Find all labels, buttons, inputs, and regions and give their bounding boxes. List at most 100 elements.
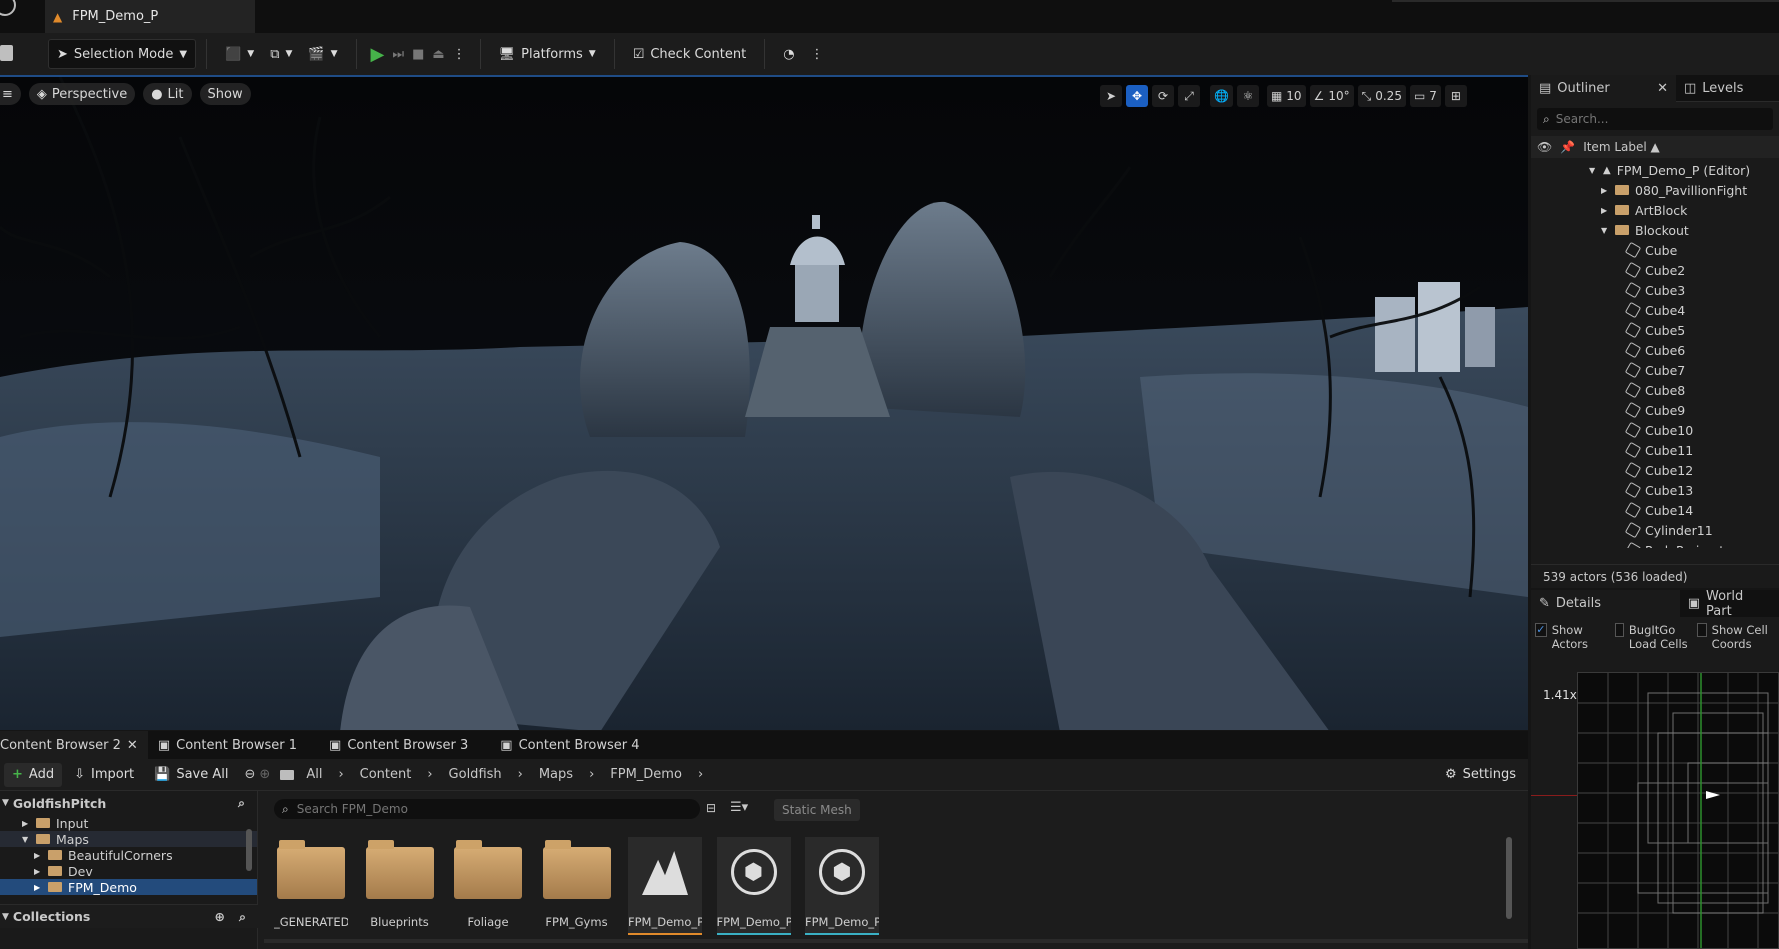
camera-speed-button[interactable]: ▭ 7 <box>1409 85 1441 107</box>
outliner-row[interactable]: Cube8 <box>1531 380 1779 400</box>
asset-tile[interactable]: ⬢ FPM_Demo_P <box>805 837 879 935</box>
collapse-arrow-icon[interactable]: ▼ <box>2 798 9 808</box>
show-actors-toggle[interactable]: ✓ Show Actors <box>1535 623 1609 651</box>
import-button[interactable]: ⇩ Import <box>66 760 142 790</box>
play-button[interactable]: ▶ <box>367 39 389 69</box>
breadcrumb-goldfish[interactable]: Goldfish <box>449 767 502 782</box>
folder-tree-item[interactable]: ▼ Maps <box>0 831 257 847</box>
scale-snap-toggle[interactable]: ⤡ 0.25 <box>1357 85 1406 107</box>
outliner-row[interactable]: Cube6 <box>1531 340 1779 360</box>
outliner-tab[interactable]: ▤ Outliner ✕ <box>1531 74 1676 102</box>
asset-hscrollbar[interactable] <box>264 939 1528 943</box>
settings-button[interactable]: ⚙ Settings <box>1437 760 1524 790</box>
content-browser-tab-2[interactable]: Content Browser 2 ✕ <box>0 731 148 759</box>
outliner-row[interactable]: Cube10 <box>1531 420 1779 440</box>
expanded-arrow-icon[interactable]: ▼ <box>1589 166 1597 175</box>
advance-frame-button[interactable]: ⏭ <box>388 39 408 69</box>
outliner-row[interactable]: Cube4 <box>1531 300 1779 320</box>
static-mesh-filter-chip[interactable]: Static Mesh <box>774 799 860 821</box>
eject-button[interactable]: ⏏ <box>428 39 448 69</box>
breadcrumb-all[interactable]: All <box>306 767 322 782</box>
search-icon[interactable]: ⌕ <box>238 795 245 811</box>
cinematics-button[interactable]: 🎬 ▼ <box>300 39 345 69</box>
add-collection-icon[interactable]: ⊕ <box>215 909 225 924</box>
performance-button[interactable]: ◔ <box>775 39 802 69</box>
viewport-layout-button[interactable]: ⊞ <box>1444 85 1467 107</box>
outliner-row[interactable]: Cube12 <box>1531 460 1779 480</box>
item-label-column[interactable]: Item Label ▲ <box>1583 140 1660 154</box>
selection-mode-dropdown[interactable]: ➤ Selection Mode ▼ <box>48 39 197 69</box>
more-options-button[interactable]: ⋮ <box>803 39 832 69</box>
viewport-options-button[interactable]: ≡ <box>0 83 21 105</box>
outliner-row[interactable]: ▼ ▲ FPM_Demo_P (Editor) <box>1531 160 1779 180</box>
asset-tile[interactable]: ⬢ FPM_Demo_P <box>716 837 791 935</box>
close-icon[interactable]: ✕ <box>1657 81 1668 96</box>
asset-tile[interactable]: FPM_Gyms <box>540 837 614 935</box>
breadcrumb-content[interactable]: Content <box>360 767 412 782</box>
back-icon[interactable]: ⊖ <box>245 767 256 782</box>
asset-scrollbar[interactable] <box>1506 837 1512 919</box>
perspective-button[interactable]: ◈ Perspective <box>28 83 136 105</box>
outliner-row[interactable]: ▼ Blockout <box>1531 220 1779 240</box>
outliner-row[interactable]: Cube5 <box>1531 320 1779 340</box>
outliner-row[interactable]: Cylinder11 <box>1531 520 1779 540</box>
asset-tile[interactable]: Blueprints <box>363 837 437 935</box>
collapsed-arrow-icon[interactable]: ▶ <box>22 819 30 828</box>
outliner-search[interactable]: ⌕ <box>1537 108 1773 130</box>
collapsed-arrow-icon[interactable]: ▶ <box>34 851 42 860</box>
levels-tab[interactable]: ◫ Levels <box>1676 81 1751 96</box>
scale-tool[interactable]: ⤢ <box>1178 85 1200 107</box>
translate-tool[interactable]: ✥ <box>1126 85 1148 107</box>
outliner-row[interactable]: Cube2 <box>1531 260 1779 280</box>
collapsed-arrow-icon[interactable]: ▶ <box>34 883 42 892</box>
outliner-row[interactable]: Cube11 <box>1531 440 1779 460</box>
stop-button[interactable]: ■ <box>408 39 428 69</box>
eye-icon[interactable]: 👁 <box>1537 140 1552 154</box>
unreal-logo-icon[interactable] <box>0 0 16 16</box>
outliner-row[interactable]: Cube <box>1531 240 1779 260</box>
bugitgo-toggle[interactable]: BugItGo Load Cells <box>1615 623 1691 651</box>
rotate-tool[interactable]: ⟳ <box>1152 85 1174 107</box>
outliner-row[interactable]: Cube14 <box>1531 500 1779 520</box>
platforms-dropdown[interactable]: 🖥 Platforms ▼ <box>491 39 604 69</box>
asset-search[interactable]: ⌕ <box>274 799 700 819</box>
folder-tree-item[interactable]: ▶ FPM_Demo <box>0 879 257 895</box>
view-mode-button[interactable]: ● Lit <box>143 83 192 105</box>
expanded-arrow-icon[interactable]: ▼ <box>22 835 30 844</box>
show-cell-coords-toggle[interactable]: Show Cell Coords <box>1697 623 1775 651</box>
content-browser-tab-1[interactable]: ▣ Content Browser 1 <box>148 731 307 759</box>
check-content-button[interactable]: ☑ Check Content <box>625 39 754 69</box>
breadcrumb-fpm-demo[interactable]: FPM_Demo <box>610 767 682 782</box>
asset-tile[interactable]: FPM_Demo_P <box>628 837 702 935</box>
breadcrumb-maps[interactable]: Maps <box>539 767 573 782</box>
asset-search-input[interactable] <box>296 802 677 816</box>
outliner-row[interactable]: Cube3 <box>1531 280 1779 300</box>
content-browser-tab-4[interactable]: ▣ Content Browser 4 <box>490 731 649 759</box>
outliner-row[interactable]: Cube13 <box>1531 480 1779 500</box>
asset-tile[interactable]: _GENERATED <box>274 837 348 935</box>
level-viewport[interactable]: ≡ ◈ Perspective ● Lit Show ➤ ✥ ⟳ ⤢ 🌐 ⚛ ▦ 10… <box>0 75 1528 730</box>
save-search-icon[interactable]: ⊟ <box>706 801 716 815</box>
outliner-row[interactable]: Cube9 <box>1531 400 1779 420</box>
grid-snap-toggle[interactable]: ▦ 10 <box>1266 85 1306 107</box>
rotation-snap-toggle[interactable]: ∠ 10° <box>1309 85 1354 107</box>
details-tab[interactable]: ✎ Details <box>1531 590 1680 617</box>
content-browser-tab-3[interactable]: ▣ Content Browser 3 <box>319 731 478 759</box>
folder-tree-item[interactable]: ▶ Input <box>0 815 257 831</box>
folder-tree-item[interactable]: ▶ BeautifulCorners <box>0 847 257 863</box>
close-icon[interactable]: ✕ <box>127 738 138 753</box>
add-button[interactable]: + Add <box>4 762 63 787</box>
collections-header[interactable]: ▼ Collections ⊕ ⌕ <box>0 904 258 928</box>
folder-tree-item[interactable]: ▶ Dev <box>0 863 257 879</box>
search-icon[interactable]: ⌕ <box>239 909 246 925</box>
world-partition-minimap[interactable] <box>1577 672 1779 949</box>
collapsed-arrow-icon[interactable]: ▶ <box>1601 186 1609 195</box>
collapsed-arrow-icon[interactable]: ▶ <box>34 867 42 876</box>
world-local-toggle[interactable]: 🌐 <box>1210 85 1233 107</box>
outliner-row[interactable]: Park Perimeter <box>1531 540 1779 548</box>
asset-tile[interactable]: Foliage <box>451 837 525 935</box>
save-all-button[interactable]: 💾 Save All <box>146 760 236 790</box>
blueprints-button[interactable]: ⧉ ▼ <box>262 39 300 69</box>
select-tool[interactable]: ➤ <box>1100 85 1122 107</box>
world-partition-tab[interactable]: ▣ World Part <box>1680 589 1779 619</box>
